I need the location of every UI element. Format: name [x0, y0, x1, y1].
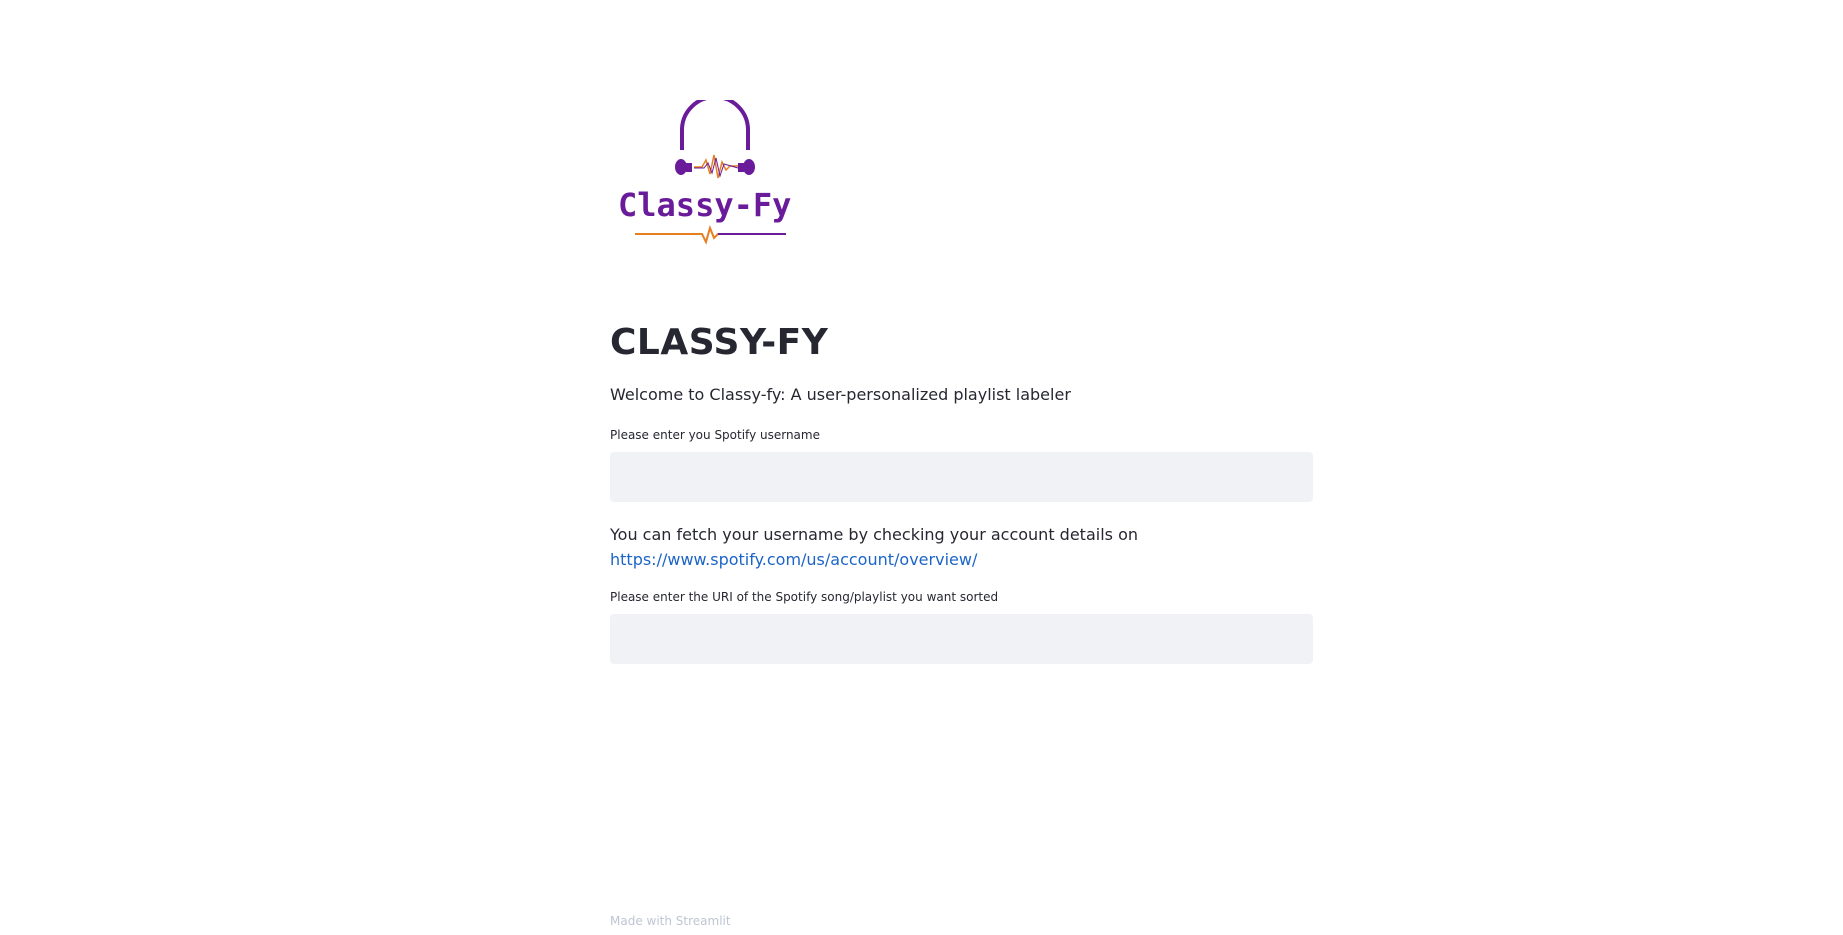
streamlit-footer[interactable]: Made with Streamlit	[610, 914, 731, 928]
welcome-text: Welcome to Classy-fy: A user-personalize…	[610, 385, 1071, 404]
username-help: You can fetch your username by checking …	[610, 522, 1313, 572]
username-label: Please enter you Spotify username	[610, 428, 820, 442]
classy-fy-logo: Classy-Fy	[610, 95, 810, 260]
headphones-icon	[635, 95, 786, 245]
spotify-account-link[interactable]: https://www.spotify.com/us/account/overv…	[610, 550, 977, 569]
uri-input[interactable]	[610, 614, 1313, 664]
uri-label: Please enter the URI of the Spotify song…	[610, 590, 999, 604]
page-title: CLASSY-FY	[610, 322, 829, 363]
username-input[interactable]	[610, 452, 1313, 502]
username-help-text: You can fetch your username by checking …	[610, 525, 1138, 544]
app-page: Classy-Fy CLASSY-FY Welcome to Classy-fy…	[0, 0, 1843, 935]
logo-text: Classy-Fy	[618, 186, 792, 224]
